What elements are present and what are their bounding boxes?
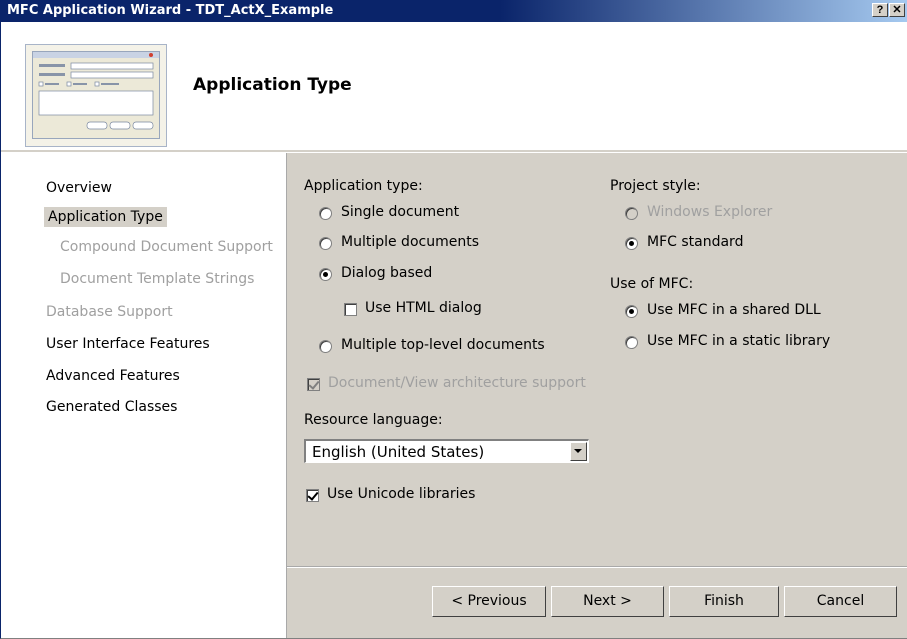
use-of-mfc-label: Use of MFC:	[610, 276, 694, 292]
finish-button[interactable]: Finish	[669, 586, 779, 617]
application-type-label: Application type:	[304, 178, 423, 194]
title-bar[interactable]: MFC Application Wizard - TDT_ActX_Exampl…	[1, 0, 907, 22]
use-unicode-checkbox[interactable]	[306, 489, 319, 502]
dialog-preview-image	[25, 44, 167, 147]
dialog-preview-icon	[33, 52, 159, 130]
mfc-standard-label[interactable]: MFC standard	[647, 234, 743, 250]
shared-dll-label[interactable]: Use MFC in a shared DLL	[647, 302, 821, 318]
chevron-down-icon[interactable]	[570, 442, 587, 461]
wizard-header: Application Type	[1, 22, 907, 150]
doc-view-support-label[interactable]: Document/View architecture support	[328, 375, 586, 391]
use-unicode-label[interactable]: Use Unicode libraries	[327, 486, 475, 502]
button-divider	[287, 566, 907, 568]
use-html-dialog-checkbox[interactable]	[344, 303, 357, 316]
page-title: Application Type	[193, 75, 352, 95]
single-document-radio[interactable]	[319, 207, 332, 220]
single-document-label[interactable]: Single document	[341, 204, 459, 220]
windows-explorer-radio[interactable]	[625, 207, 638, 220]
nav-item-compound-document-support[interactable]: Compound Document Support	[60, 239, 273, 255]
resource-language-value: English (United States)	[312, 443, 485, 461]
help-button[interactable]: ?	[872, 3, 888, 17]
nav-item-application-type[interactable]: Application Type	[44, 207, 167, 227]
mfc-standard-radio[interactable]	[625, 237, 638, 250]
multiple-documents-radio[interactable]	[319, 237, 332, 250]
shared-dll-radio[interactable]	[625, 305, 638, 318]
multiple-top-level-label[interactable]: Multiple top-level documents	[341, 337, 545, 353]
doc-view-support-checkbox[interactable]	[307, 378, 320, 391]
cancel-button[interactable]: Cancel	[784, 586, 897, 617]
nav-item-overview[interactable]: Overview	[46, 180, 112, 196]
close-button[interactable]: ✕	[889, 3, 905, 17]
windows-explorer-label[interactable]: Windows Explorer	[647, 204, 772, 220]
previous-button[interactable]: < Previous	[432, 586, 546, 617]
multiple-top-level-radio[interactable]	[319, 340, 332, 353]
dialog-based-radio[interactable]	[319, 268, 332, 281]
window-title: MFC Application Wizard - TDT_ActX_Exampl…	[7, 3, 334, 18]
dialog-based-label[interactable]: Dialog based	[341, 265, 432, 281]
static-library-radio[interactable]	[625, 336, 638, 349]
nav-item-database-support[interactable]: Database Support	[46, 304, 173, 320]
resource-language-dropdown[interactable]: English (United States)	[304, 439, 589, 463]
use-html-dialog-label[interactable]: Use HTML dialog	[365, 300, 482, 316]
next-button[interactable]: Next >	[551, 586, 664, 617]
nav-item-user-interface-features[interactable]: User Interface Features	[46, 336, 210, 352]
mfc-wizard-window: MFC Application Wizard - TDT_ActX_Exampl…	[0, 0, 907, 639]
nav-item-document-template-strings[interactable]: Document Template Strings	[60, 271, 254, 287]
static-library-label[interactable]: Use MFC in a static library	[647, 333, 830, 349]
nav-item-advanced-features[interactable]: Advanced Features	[46, 368, 180, 384]
resource-language-label: Resource language:	[304, 412, 443, 428]
multiple-documents-label[interactable]: Multiple documents	[341, 234, 479, 250]
project-style-label: Project style:	[610, 178, 701, 194]
nav-item-generated-classes[interactable]: Generated Classes	[46, 399, 177, 415]
